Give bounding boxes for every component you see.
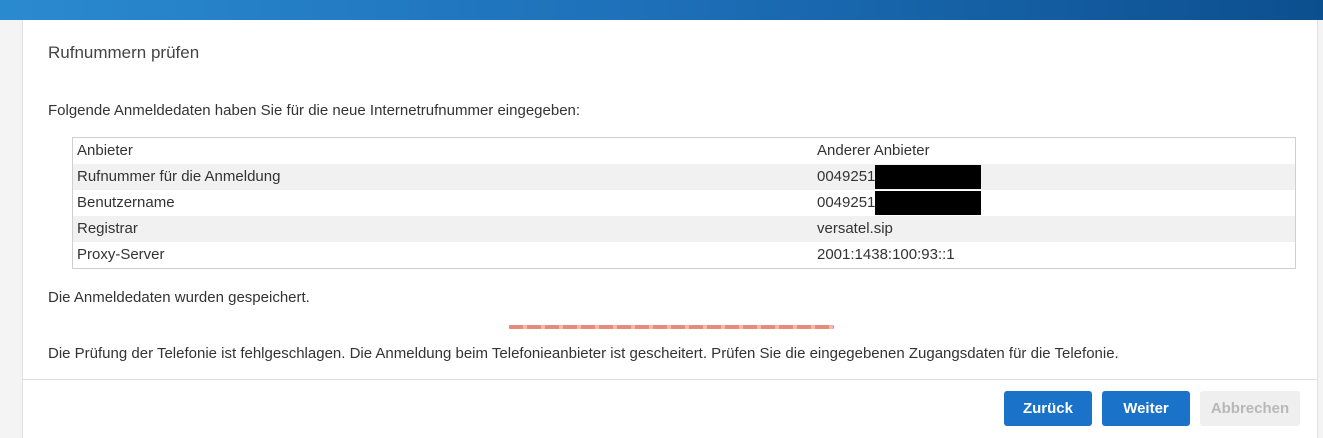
row-label: Benutzername: [77, 194, 175, 211]
row-label: Proxy-Server: [77, 246, 165, 263]
row-value: 0049251: [817, 190, 1295, 216]
redaction-box: [875, 191, 982, 215]
saved-message: Die Anmeldedaten wurden gespeichert.: [48, 289, 310, 306]
username-value: 0049251: [817, 194, 876, 211]
row-label: Rufnummer für die Anmeldung: [77, 168, 281, 185]
next-button[interactable]: Weiter: [1102, 391, 1190, 426]
credentials-table: Anbieter Anderer Anbieter Rufnummer für …: [72, 137, 1296, 269]
table-row: Anbieter Anderer Anbieter: [73, 138, 1295, 164]
table-row: Rufnummer für die Anmeldung 0049251: [73, 164, 1295, 190]
error-message: Die Prüfung der Telefonie ist fehlgeschl…: [48, 345, 1119, 362]
back-button[interactable]: Zurück: [1004, 391, 1092, 426]
top-header-bar: [0, 0, 1323, 20]
row-label: Anbieter: [77, 142, 133, 159]
dialog-panel: Rufnummern prüfen Folgende Anmeldedaten …: [22, 20, 1318, 438]
progress-indicator: [509, 325, 834, 329]
phone-number-value: 0049251: [817, 168, 876, 185]
row-label: Registrar: [77, 220, 138, 237]
footer-divider: [23, 379, 1317, 380]
row-value: Anderer Anbieter: [817, 142, 930, 159]
intro-text: Folgende Anmeldedaten haben Sie für die …: [48, 102, 581, 119]
dialog-title: Rufnummern prüfen: [48, 43, 200, 62]
row-value: 0049251: [817, 164, 1295, 190]
row-value: 2001:1438:100:93::1: [817, 246, 955, 263]
table-row: Proxy-Server 2001:1438:100:93::1: [73, 242, 1295, 268]
table-row: Benutzername 0049251: [73, 190, 1295, 216]
table-row: Registrar versatel.sip: [73, 216, 1295, 242]
redaction-box: [875, 165, 982, 189]
row-value: versatel.sip: [817, 220, 893, 237]
cancel-button[interactable]: Abbrechen: [1200, 391, 1300, 426]
